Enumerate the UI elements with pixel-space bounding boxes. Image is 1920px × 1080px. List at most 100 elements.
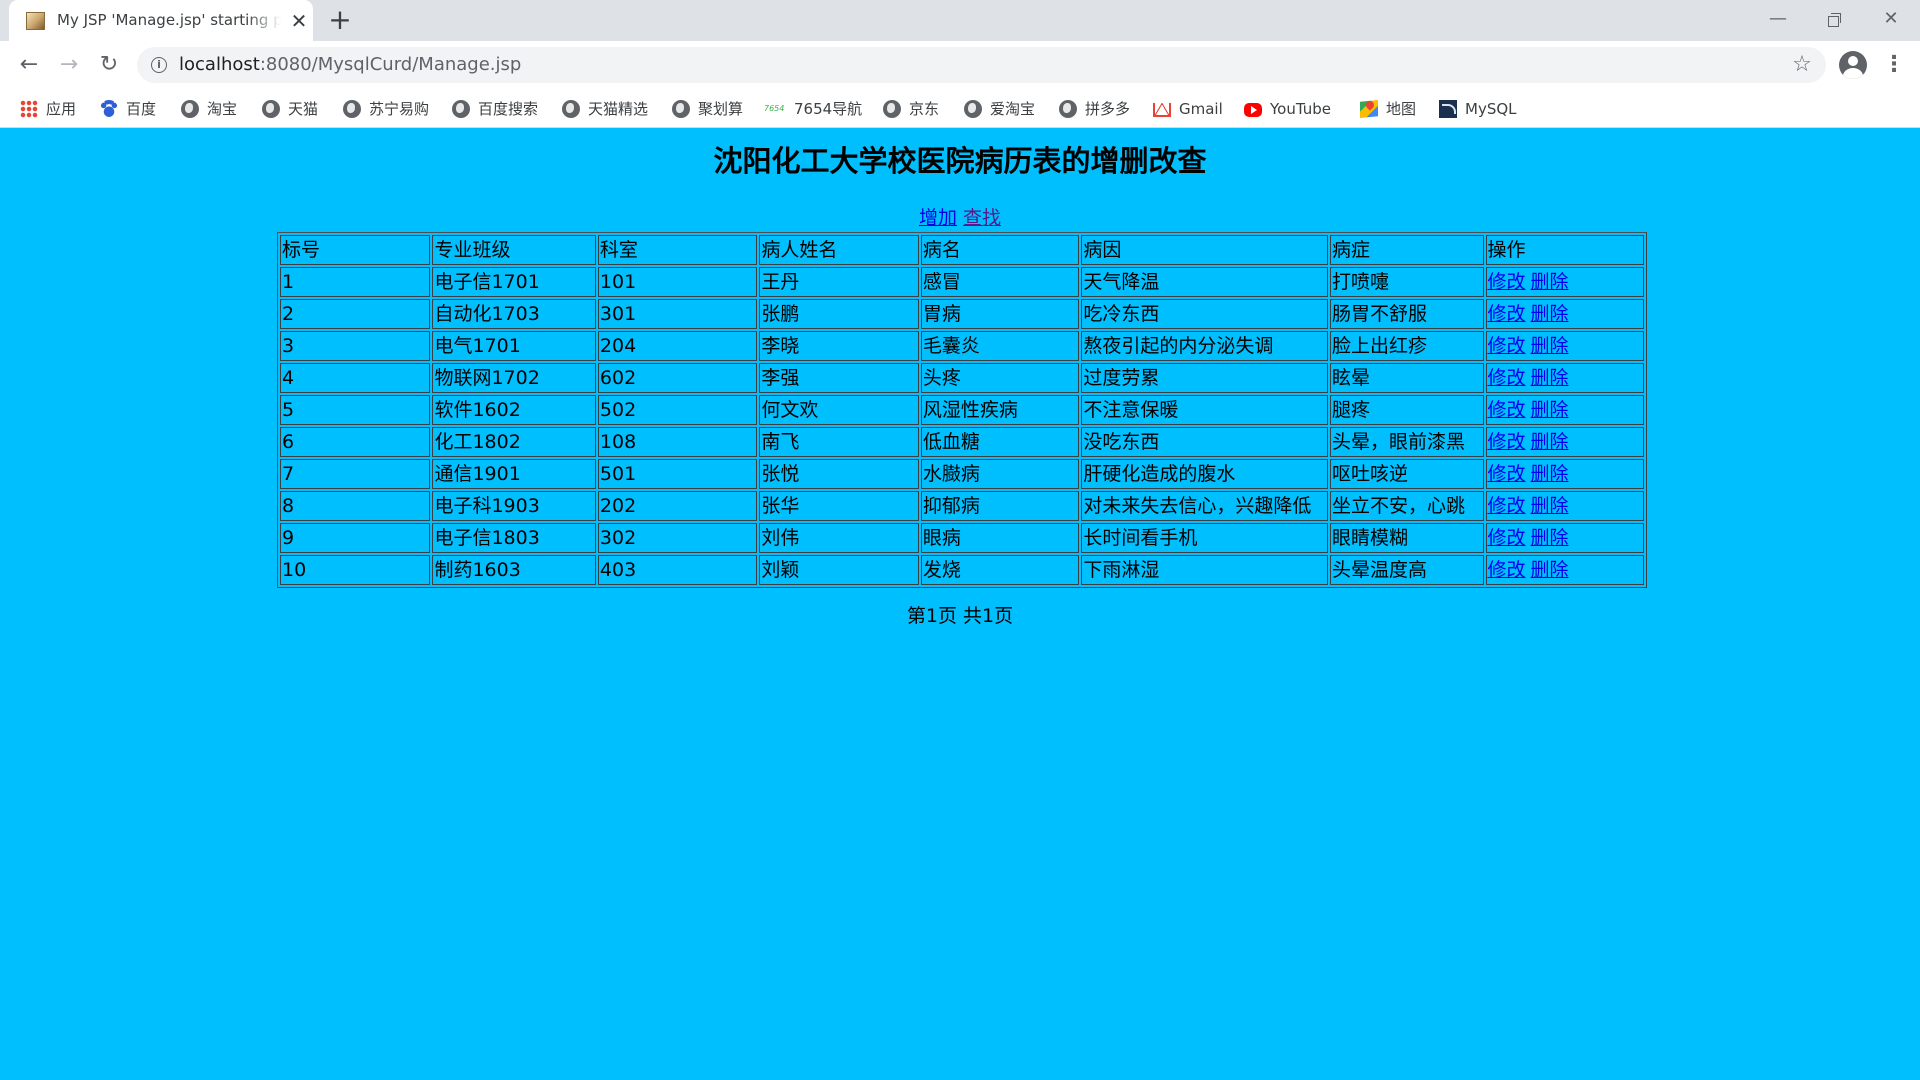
delete-record-link[interactable]: 删除: [1531, 271, 1569, 293]
bookmark-pinduoduo[interactable]: 拼多多: [1059, 98, 1130, 120]
delete-record-link[interactable]: 删除: [1531, 303, 1569, 325]
bookmark-tmall[interactable]: 天猫: [262, 98, 318, 120]
row-actions: 修改 删除: [1485, 299, 1644, 329]
bookmark-youtube[interactable]: YouTube: [1244, 98, 1331, 120]
table-cell: 腿疼: [1330, 395, 1484, 425]
bookmark-apps[interactable]: 应用: [20, 98, 76, 120]
baidu-icon: [100, 100, 118, 118]
profile-avatar-icon[interactable]: [1839, 51, 1867, 79]
edit-record-link[interactable]: 修改: [1488, 527, 1526, 549]
bookmark-label: 天猫精选: [588, 100, 649, 118]
table-cell: 毛囊炎: [920, 331, 1080, 361]
table-row: 6 化工1802 108 南飞 低血糖 没吃东西 头晕，眼前漆黑 修改 删除: [280, 427, 1644, 457]
forward-button[interactable]: →: [54, 50, 84, 80]
table-cell: 低血糖: [920, 427, 1080, 457]
delete-record-link[interactable]: 删除: [1531, 527, 1569, 549]
globe-icon: [262, 100, 280, 118]
table-row: 10 制药1603 403 刘颖 发烧 下雨淋湿 头晕温度高 修改 删除: [280, 555, 1644, 585]
reload-button[interactable]: ↻: [94, 50, 124, 80]
table-cell: 化工1802: [432, 427, 596, 457]
column-header: 病因: [1081, 235, 1329, 265]
table-cell: 物联网1702: [432, 363, 596, 393]
delete-record-link[interactable]: 删除: [1531, 431, 1569, 453]
bookmark-label: 天猫: [288, 100, 319, 118]
table-cell: 8: [280, 491, 431, 521]
table-cell: 熬夜引起的内分泌失调: [1081, 331, 1329, 361]
bookmark-mysql[interactable]: MySQL: [1439, 98, 1517, 120]
delete-record-link[interactable]: 删除: [1531, 335, 1569, 357]
window-restore-button[interactable]: [1812, 4, 1858, 34]
bookmark-maps[interactable]: 地图: [1360, 98, 1416, 120]
table-cell: 电子信1701: [432, 267, 596, 297]
bookmark-jd[interactable]: 京东: [883, 98, 939, 120]
table-cell: 水臌病: [920, 459, 1080, 489]
add-record-link[interactable]: 增加: [919, 207, 957, 229]
table-cell: 眼睛模糊: [1330, 523, 1484, 553]
browser-menu-icon[interactable]: ⋮: [1882, 50, 1906, 80]
table-cell: 501: [597, 459, 758, 489]
bookmark-label: Gmail: [1179, 100, 1223, 118]
table-cell: 不注意保暖: [1081, 395, 1329, 425]
table-cell: 101: [597, 267, 758, 297]
back-button[interactable]: ←: [14, 50, 44, 80]
table-cell: 胃病: [920, 299, 1080, 329]
action-links: 增加 查找: [0, 205, 1920, 231]
edit-record-link[interactable]: 修改: [1488, 335, 1526, 357]
bookmark-label: 京东: [909, 100, 940, 118]
edit-record-link[interactable]: 修改: [1488, 431, 1526, 453]
window-close-button[interactable]: ✕: [1868, 4, 1914, 34]
bookmark-label: 聚划算: [698, 100, 744, 118]
pagination-text: 第1页 共1页: [906, 605, 1014, 627]
url-text[interactable]: localhost:8080/MysqlCurd/Manage.jsp: [179, 54, 521, 76]
window-minimize-button[interactable]: —: [1755, 4, 1801, 34]
table-cell: 2: [280, 299, 431, 329]
table-cell: 制药1603: [432, 555, 596, 585]
bookmark-gmail[interactable]: Gmail: [1153, 98, 1223, 120]
bookmark-label: 地图: [1386, 100, 1417, 118]
address-bar[interactable]: i localhost:8080/MysqlCurd/Manage.jsp ☆: [137, 47, 1826, 83]
tab-strip: My JSP 'Manage.jsp' starting page ✕ + — …: [0, 0, 1920, 41]
table-cell: 5: [280, 395, 431, 425]
bookmark-baidu[interactable]: 百度: [100, 98, 156, 120]
delete-record-link[interactable]: 删除: [1531, 463, 1569, 485]
table-cell: 7: [280, 459, 431, 489]
delete-record-link[interactable]: 删除: [1531, 495, 1569, 517]
table-cell: 下雨淋湿: [1081, 555, 1329, 585]
edit-record-link[interactable]: 修改: [1488, 559, 1526, 581]
bookmark-tmall-select[interactable]: 天猫精选: [562, 98, 648, 120]
bookmark-juhuasuan[interactable]: 聚划算: [672, 98, 743, 120]
search-record-link[interactable]: 查找: [963, 207, 1001, 229]
new-tab-button[interactable]: +: [326, 6, 354, 35]
row-actions: 修改 删除: [1485, 331, 1644, 361]
bookmark-7654[interactable]: 7654 7654导航: [764, 98, 862, 120]
table-cell: 头晕温度高: [1330, 555, 1484, 585]
table-row: 8 电子科1903 202 张华 抑郁病 对未来失去信心，兴趣降低 坐立不安，心跳 修改 删除: [280, 491, 1644, 521]
table-cell: 403: [597, 555, 758, 585]
youtube-icon: [1244, 103, 1262, 117]
column-header: 科室: [597, 235, 758, 265]
edit-record-link[interactable]: 修改: [1488, 495, 1526, 517]
edit-record-link[interactable]: 修改: [1488, 303, 1526, 325]
tab-close-icon[interactable]: ✕: [289, 11, 309, 31]
bookmark-taobao[interactable]: 淘宝: [181, 98, 237, 120]
site-info-icon[interactable]: i: [151, 57, 167, 73]
column-header: 专业班级: [432, 235, 596, 265]
edit-record-link[interactable]: 修改: [1488, 367, 1526, 389]
delete-record-link[interactable]: 删除: [1531, 367, 1569, 389]
bookmark-suning[interactable]: 苏宁易购: [343, 98, 429, 120]
table-cell: 肠胃不舒服: [1330, 299, 1484, 329]
edit-record-link[interactable]: 修改: [1488, 399, 1526, 421]
bookmark-aitaobao[interactable]: 爱淘宝: [964, 98, 1035, 120]
bookmark-baidu-search[interactable]: 百度搜索: [452, 98, 538, 120]
jsp-page-favicon-icon: [26, 12, 45, 30]
table-cell: 天气降温: [1081, 267, 1329, 297]
table-cell: 抑郁病: [920, 491, 1080, 521]
delete-record-link[interactable]: 删除: [1531, 559, 1569, 581]
delete-record-link[interactable]: 删除: [1531, 399, 1569, 421]
edit-record-link[interactable]: 修改: [1488, 463, 1526, 485]
row-actions: 修改 删除: [1485, 555, 1644, 585]
browser-tab[interactable]: My JSP 'Manage.jsp' starting page ✕: [9, 0, 313, 41]
row-actions: 修改 删除: [1485, 427, 1644, 457]
bookmark-star-icon[interactable]: ☆: [1789, 52, 1815, 78]
edit-record-link[interactable]: 修改: [1488, 271, 1526, 293]
